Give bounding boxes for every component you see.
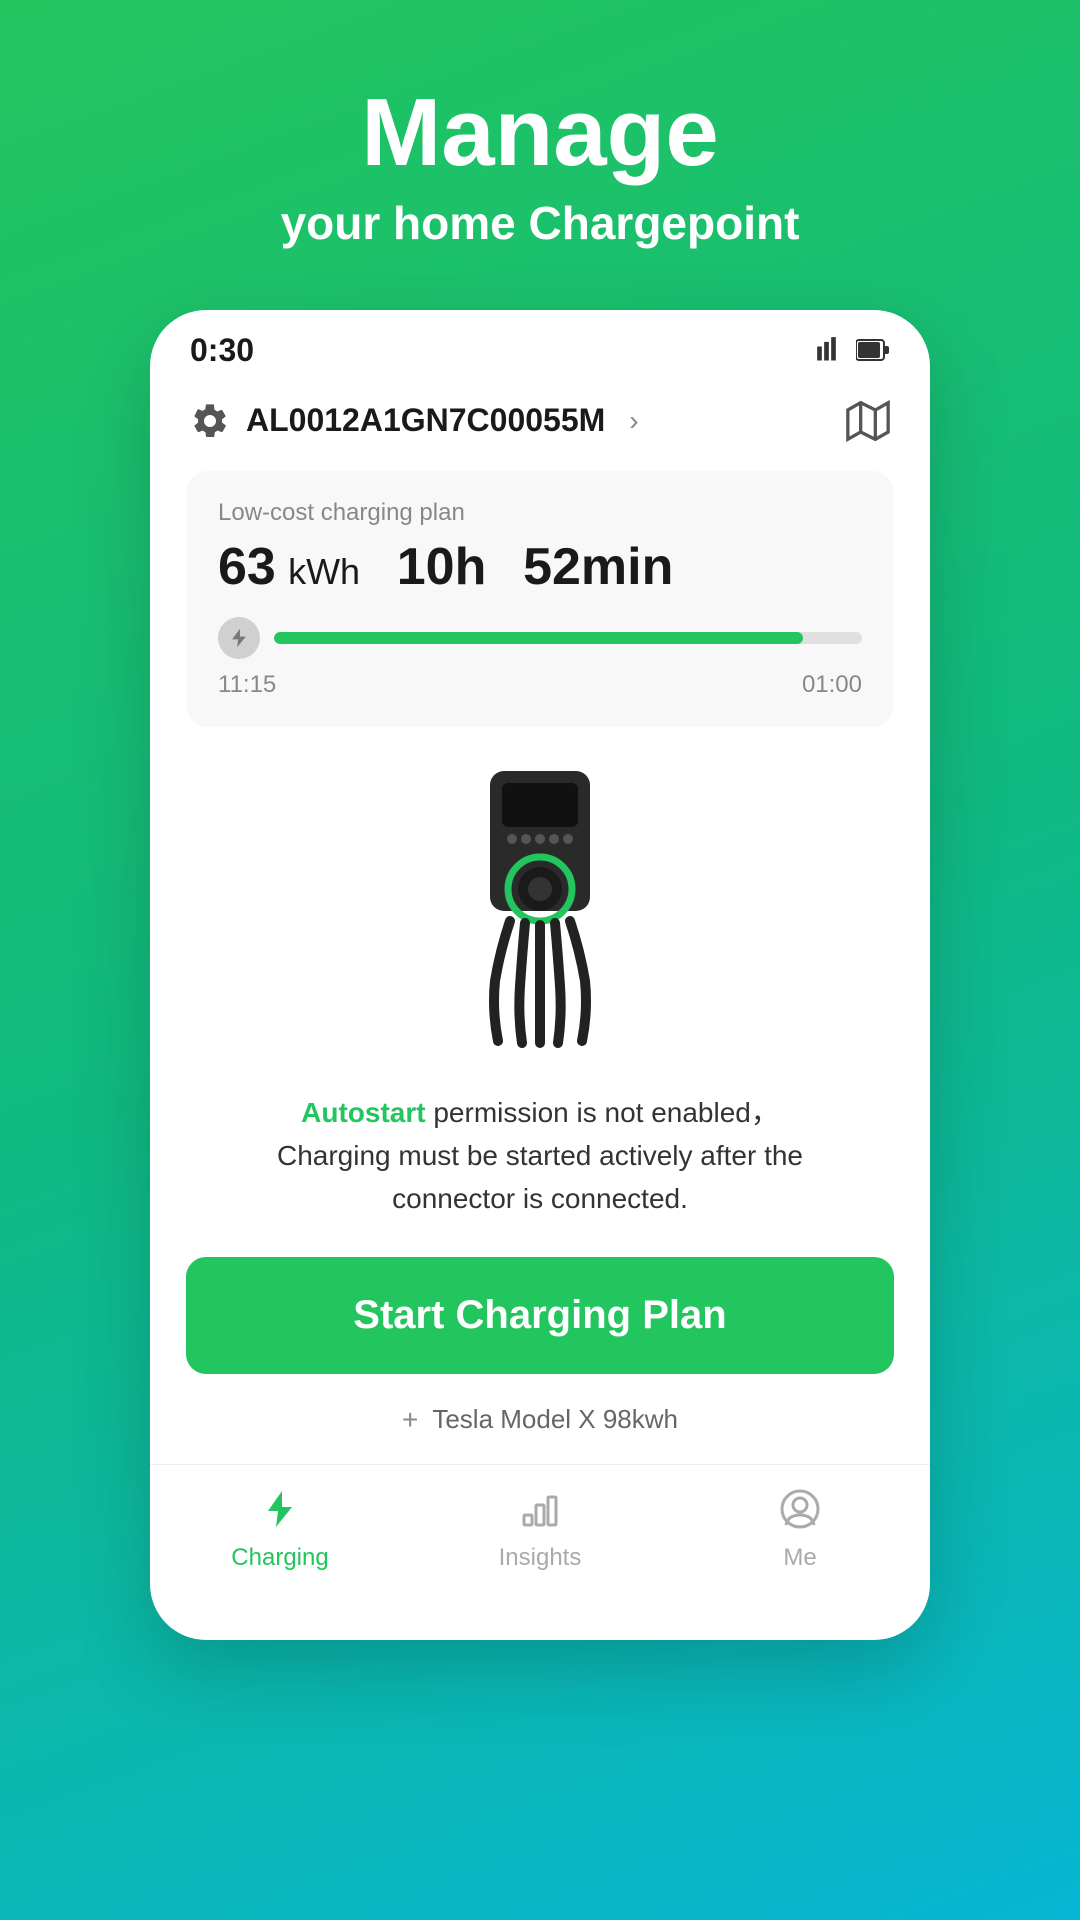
start-btn-label: Start Charging Plan <box>353 1293 726 1337</box>
autostart-message: Autostart permission is not enabled，Char… <box>150 1091 930 1221</box>
progress-bar-background <box>274 632 862 644</box>
header-title: Manage <box>281 80 800 186</box>
charger-image-area <box>150 751 930 1091</box>
progress-bar-container <box>218 617 862 659</box>
me-nav-label: Me <box>783 1544 816 1572</box>
gear-icon <box>190 401 230 441</box>
time-end: 01:00 <box>802 671 862 699</box>
insights-nav-label: Insights <box>499 1544 582 1572</box>
phone-card: 0:30 AL0012A1GN7C00055M › <box>150 310 930 1640</box>
device-id: AL0012A1GN7C00055M <box>246 402 605 439</box>
battery-icon <box>856 336 890 364</box>
nav-item-insights[interactable]: Insights <box>410 1487 670 1572</box>
plan-card: Low-cost charging plan 63 kWh 10h 52min … <box>186 471 894 727</box>
nav-item-charging[interactable]: Charging <box>150 1487 410 1572</box>
minutes-value: 52min <box>523 538 673 596</box>
plan-stats: 63 kWh 10h 52min <box>218 537 862 597</box>
nav-item-me[interactable]: Me <box>670 1487 930 1572</box>
charging-nav-icon <box>258 1487 302 1536</box>
add-vehicle-row[interactable]: + Tesla Model X 98kwh <box>150 1394 930 1460</box>
chevron-right-icon: › <box>629 405 638 437</box>
progress-times: 11:15 01:00 <box>218 671 862 699</box>
start-charging-plan-button[interactable]: Start Charging Plan <box>186 1257 894 1374</box>
device-header: AL0012A1GN7C00055M › <box>150 383 930 463</box>
time-start: 11:15 <box>218 671 276 699</box>
device-info[interactable]: AL0012A1GN7C00055M › <box>190 401 639 441</box>
me-nav-icon <box>778 1487 822 1536</box>
status-bar: 0:30 <box>150 310 930 383</box>
add-vehicle-plus-icon: + <box>402 1404 418 1436</box>
energy-unit: kWh <box>288 551 360 592</box>
insights-nav-icon <box>518 1487 562 1536</box>
status-time: 0:30 <box>190 332 254 369</box>
add-vehicle-label: Tesla Model X 98kwh <box>432 1404 678 1435</box>
progress-bolt-icon <box>218 617 260 659</box>
charging-nav-label: Charging <box>231 1544 328 1572</box>
energy-value: 63 <box>218 538 276 596</box>
map-icon[interactable] <box>846 399 890 443</box>
hours-value: 10h <box>397 538 487 596</box>
bottom-nav: Charging Insights Me <box>150 1464 930 1600</box>
app-header: Manage your home Chargepoint <box>281 0 800 310</box>
autostart-highlight: Autostart <box>301 1097 425 1128</box>
signal-icon <box>816 336 844 364</box>
plan-label: Low-cost charging plan <box>218 499 862 527</box>
progress-bar-fill <box>274 632 803 644</box>
status-icons <box>816 336 890 364</box>
header-subtitle: your home Chargepoint <box>281 196 800 250</box>
charger-illustration <box>460 771 620 1061</box>
